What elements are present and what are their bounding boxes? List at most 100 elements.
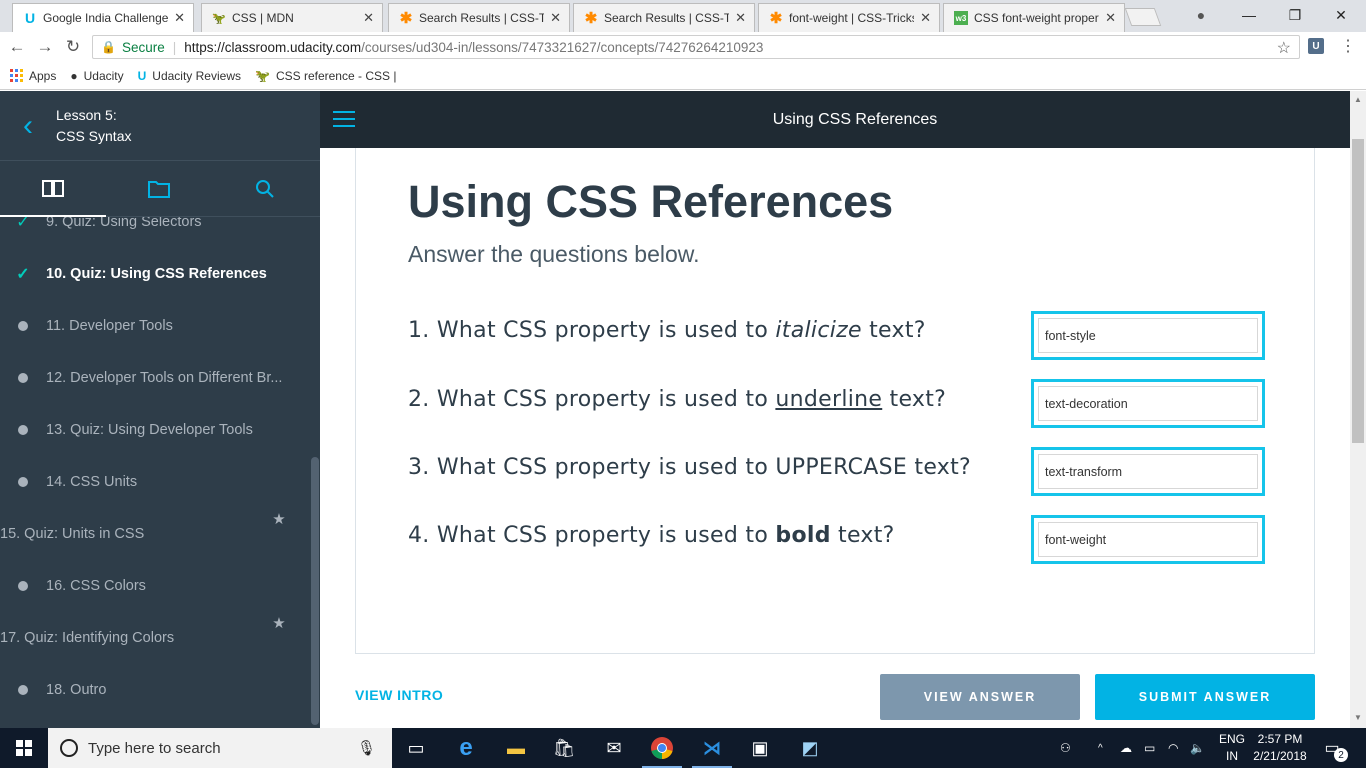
back-chevron-icon[interactable]: ‹ xyxy=(0,91,56,161)
windows-start-icon[interactable] xyxy=(0,728,48,768)
tab-css-font-weight-property[interactable]: w3 CSS font-weight proper ✕ xyxy=(943,3,1125,32)
bookmark-udacity-reviews[interactable]: U Udacity Reviews xyxy=(138,69,241,83)
tab-font-weight-css-tricks[interactable]: ✱ font-weight | CSS-Tricks ✕ xyxy=(758,3,940,32)
volume-icon[interactable]: 🔈 xyxy=(1190,728,1205,768)
sidebar-item-concept-12[interactable]: 12. Developer Tools on Different Br... xyxy=(0,352,310,404)
browser-menu-icon[interactable]: ⋮ xyxy=(1340,36,1356,56)
sidebar-item-concept-10[interactable]: ✓ 10. Quiz: Using CSS References xyxy=(0,248,310,300)
tab-search-results-2[interactable]: ✱ Search Results | CSS-Tri ✕ xyxy=(573,3,755,32)
app-icon[interactable]: ◩ xyxy=(786,728,834,768)
view-intro-link[interactable]: VIEW INTRO xyxy=(355,687,443,703)
page-title: Using CSS References xyxy=(408,176,894,227)
back-arrow-icon[interactable]: ← xyxy=(6,36,28,58)
close-tab-icon[interactable]: ✕ xyxy=(174,10,185,26)
udacity-extension-icon[interactable]: U xyxy=(1308,38,1324,54)
notification-badge: 2 xyxy=(1334,748,1348,762)
hamburger-menu-icon[interactable] xyxy=(333,111,355,132)
folder-icon[interactable] xyxy=(106,161,212,217)
answer-input-3[interactable] xyxy=(1038,454,1258,489)
github-icon: ● xyxy=(70,68,78,83)
concept-label: 9. Quiz: Using Selectors xyxy=(46,217,202,230)
scroll-up-icon[interactable]: ▲ xyxy=(1350,95,1366,104)
maximize-button[interactable]: ❐ xyxy=(1272,0,1318,30)
close-tab-icon[interactable]: ✕ xyxy=(363,10,374,26)
w3schools-icon: w3 xyxy=(954,11,968,25)
dot-icon xyxy=(0,477,46,487)
sidebar-item-concept-13[interactable]: 13. Quiz: Using Developer Tools xyxy=(0,404,310,456)
battery-icon[interactable]: ▭ xyxy=(1144,728,1155,768)
bookmarks-bar: Apps ● Udacity U Udacity Reviews 🦖 CSS r… xyxy=(0,62,1366,90)
bookmark-apps[interactable]: Apps xyxy=(10,69,56,83)
search-icon[interactable] xyxy=(212,161,318,217)
secure-label: Secure xyxy=(121,39,165,55)
terminal-icon[interactable]: ▣ xyxy=(736,728,784,768)
show-hidden-icons[interactable]: ^ xyxy=(1098,728,1103,768)
people-icon[interactable]: ⚇ xyxy=(1060,728,1071,768)
book-icon[interactable] xyxy=(0,161,106,217)
language-indicator[interactable]: ENG IN xyxy=(1214,731,1250,765)
scrollbar-thumb[interactable] xyxy=(1352,139,1364,443)
file-explorer-icon[interactable]: ▬ xyxy=(492,728,540,768)
sidebar-item-concept-17[interactable]: ★ 17. Quiz: Identifying Colors xyxy=(0,612,310,664)
view-answer-button[interactable]: VIEW ANSWER xyxy=(880,674,1080,720)
scroll-down-icon[interactable]: ▼ xyxy=(1350,713,1366,722)
sidebar-item-concept-14[interactable]: 14. CSS Units xyxy=(0,456,310,508)
close-tab-icon[interactable]: ✕ xyxy=(920,10,931,26)
page-subtitle: Answer the questions below. xyxy=(408,241,700,267)
forward-arrow-icon[interactable]: → xyxy=(34,36,56,58)
answer-input-2[interactable] xyxy=(1038,386,1258,421)
microphone-icon[interactable]: 🎙 xyxy=(357,739,376,757)
reload-icon[interactable]: ↻ xyxy=(62,36,84,58)
edge-icon[interactable]: e xyxy=(442,728,490,768)
tab-css-mdn[interactable]: 🦖 CSS | MDN ✕ xyxy=(201,3,383,32)
question-text: 4. What CSS property is used to xyxy=(408,523,776,548)
concept-label: 13. Quiz: Using Developer Tools xyxy=(46,422,253,438)
action-center-icon[interactable]: ▭ 2 xyxy=(1320,736,1348,762)
header-title: Using CSS References xyxy=(772,110,938,128)
bookmark-udacity[interactable]: ● Udacity xyxy=(70,69,123,83)
answer-input-1[interactable] xyxy=(1038,318,1258,353)
concept-label: 17. Quiz: Identifying Colors xyxy=(0,630,175,646)
sidebar-item-concept-18[interactable]: 18. Outro xyxy=(0,664,310,716)
taskbar-clock[interactable]: 2:57 PM 2/21/2018 xyxy=(1250,731,1310,765)
tab-search-results-1[interactable]: ✱ Search Results | CSS-Tri ✕ xyxy=(388,3,570,32)
taskbar-search[interactable]: Type here to search 🎙 xyxy=(48,728,392,768)
bookmark-star-icon[interactable]: ☆ xyxy=(1277,38,1291,58)
onedrive-icon[interactable]: ☁ xyxy=(1120,728,1132,768)
tab-google-india-challenge[interactable]: U Google India Challenge ✕ xyxy=(12,3,194,32)
bookmark-css-reference[interactable]: 🦖 CSS reference - CSS | xyxy=(255,69,396,83)
mail-icon[interactable]: ✉ xyxy=(590,728,638,768)
question-emphasis: underline xyxy=(775,387,883,412)
tab-title: Search Results | CSS-Tri xyxy=(604,11,730,25)
clock-date: 2/21/2018 xyxy=(1253,749,1307,763)
task-view-icon[interactable]: ▭ xyxy=(392,728,440,768)
question-4: 4. What CSS property is used to bold tex… xyxy=(408,523,895,548)
minimize-button[interactable]: — xyxy=(1226,0,1272,30)
answer-input-4[interactable] xyxy=(1038,522,1258,557)
tab-title: font-weight | CSS-Tricks xyxy=(789,11,915,25)
close-tab-icon[interactable]: ✕ xyxy=(1105,10,1116,26)
profile-icon[interactable]: ● xyxy=(1178,0,1224,30)
close-tab-icon[interactable]: ✕ xyxy=(735,10,746,26)
address-bar[interactable]: 🔒 Secure | https://classroom.udacity.com… xyxy=(92,35,1300,59)
vscode-icon[interactable]: ⋊ xyxy=(688,728,736,768)
answer-box-3 xyxy=(1031,447,1265,496)
close-tab-icon[interactable]: ✕ xyxy=(550,10,561,26)
concept-label: 11. Developer Tools xyxy=(46,318,173,334)
close-window-button[interactable]: ✕ xyxy=(1318,0,1364,30)
sidebar-item-concept-9[interactable]: ✓ 9. Quiz: Using Selectors xyxy=(0,217,310,248)
sidebar-item-concept-16[interactable]: 16. CSS Colors xyxy=(0,560,310,612)
answer-box-2 xyxy=(1031,379,1265,428)
browser-toolbar: ← → ↻ 🔒 Secure | https://classroom.udaci… xyxy=(0,32,1366,62)
clock-time: 2:57 PM xyxy=(1257,732,1303,746)
page-scrollbar[interactable]: ▲ ▼ xyxy=(1350,91,1366,728)
sidebar-scrollbar[interactable] xyxy=(310,217,320,728)
store-icon[interactable]: 🛍 xyxy=(540,728,588,768)
submit-answer-button[interactable]: SUBMIT ANSWER xyxy=(1095,674,1315,720)
sidebar-item-concept-11[interactable]: 11. Developer Tools xyxy=(0,300,310,352)
chrome-icon[interactable] xyxy=(638,728,686,768)
sidebar-item-concept-15[interactable]: ★ 15. Quiz: Units in CSS xyxy=(0,508,310,560)
scrollbar-thumb[interactable] xyxy=(311,457,319,725)
wifi-icon[interactable]: ◠ xyxy=(1168,728,1178,768)
new-tab-button[interactable] xyxy=(1124,8,1162,26)
